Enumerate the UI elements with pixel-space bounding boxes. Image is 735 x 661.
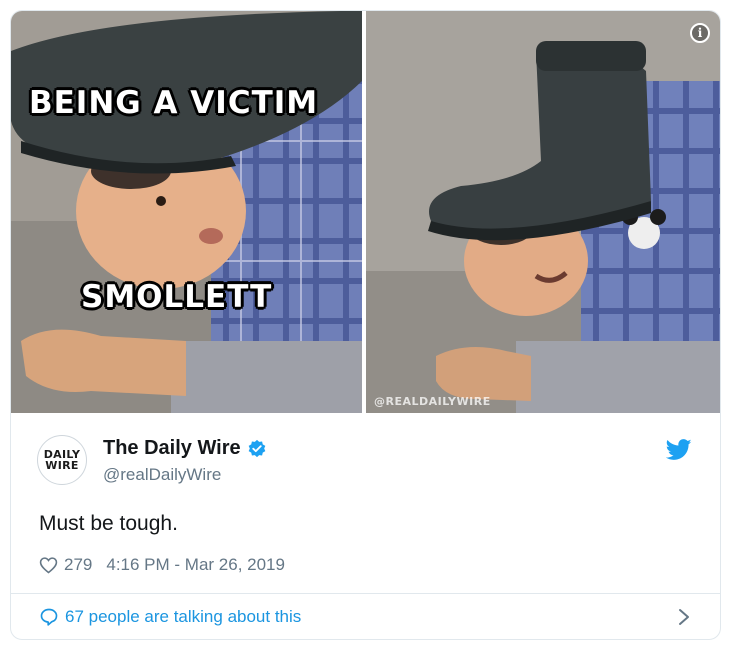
meme-panel-left: BEING A VICTIM SMOLLETT (11, 11, 362, 413)
meme-right-image (366, 11, 720, 413)
author-name-text: The Daily Wire (103, 437, 241, 459)
author-handle[interactable]: @realDailyWire (103, 465, 221, 485)
meme-left-image (11, 11, 362, 413)
tweet-timestamp[interactable]: 4:16 PM - Mar 26, 2019 (106, 555, 285, 575)
meme-panel-right: @REALDAILYWIRE i (366, 11, 720, 413)
embedded-tweet-card[interactable]: BEING A VICTIM SMOLLETT @REALDAILYWIRE i… (10, 10, 721, 640)
info-icon[interactable]: i (690, 23, 710, 43)
author-name[interactable]: The Daily Wire (103, 437, 267, 460)
tweet-media[interactable]: BEING A VICTIM SMOLLETT @REALDAILYWIRE i (11, 11, 720, 413)
avatar[interactable]: DAILY WIRE (37, 435, 87, 485)
speech-bubble-icon (40, 608, 58, 626)
meme-bottom-caption: SMOLLETT (81, 279, 273, 315)
verified-badge-icon (248, 439, 265, 457)
heart-outline-icon[interactable] (39, 556, 58, 574)
tweet-text: Must be tough. (39, 512, 178, 535)
chevron-right-icon[interactable] (678, 608, 690, 626)
meme-watermark: @REALDAILYWIRE (374, 395, 491, 408)
tweet-meta: 279 4:16 PM - Mar 26, 2019 (39, 555, 285, 575)
avatar-text-line2: WIRE (45, 459, 79, 472)
like-count[interactable]: 279 (64, 555, 92, 575)
talking-about-text: 67 people are talking about this (65, 607, 302, 626)
twitter-bird-icon[interactable] (666, 439, 692, 461)
meme-top-caption: BEING A VICTIM (29, 85, 319, 121)
talking-about-link[interactable]: 67 people are talking about this (11, 594, 720, 639)
